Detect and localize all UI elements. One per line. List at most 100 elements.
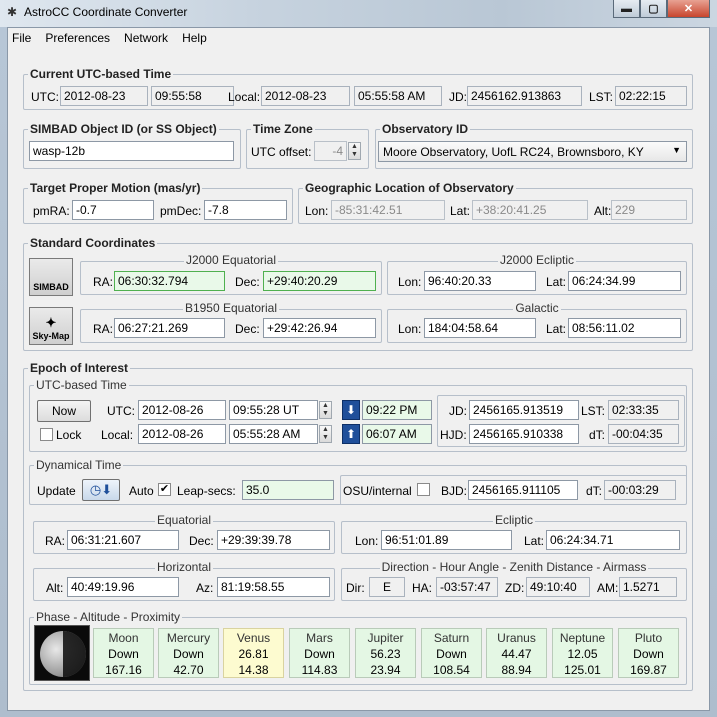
utc-offset-spinner[interactable]: ▲ ▼ (348, 142, 361, 160)
planet-name: Uranus (497, 631, 536, 645)
osu-checkbox[interactable] (417, 483, 430, 496)
geo-lon-field: -85:31:42.51 (331, 200, 445, 220)
sunrise-icon[interactable]: ⬆ (342, 424, 360, 444)
epoch-hjd-input[interactable]: 2456165.910338 (469, 424, 579, 444)
planet-altitude: 56.23 (370, 647, 401, 661)
epoch-eq-title-text: Equatorial (154, 513, 214, 527)
epoch-jd-input[interactable]: 2456165.913519 (469, 400, 579, 420)
am-field: 1.5271 (619, 577, 677, 597)
close-button[interactable]: ✕ (667, 0, 710, 18)
epoch-dec-input[interactable]: +29:39:39.78 (217, 530, 330, 550)
epoch-local-date-input[interactable]: 2012-08-26 (138, 424, 226, 444)
epoch-ec-lat-input[interactable]: 06:24:34.71 (546, 530, 680, 550)
epoch-local-time-input[interactable]: 05:55:28 AM (229, 424, 318, 444)
epoch-local-time-spinner[interactable]: ▲ ▼ (319, 425, 332, 443)
j2000-ec-lon-input[interactable]: 96:40:20.33 (424, 271, 536, 291)
simbad-title: SIMBAD Object ID (or SS Object) (28, 122, 219, 136)
az-input[interactable]: 81:19:58.55 (217, 577, 330, 597)
planet-altitude: 44.47 (501, 647, 532, 661)
b1950-dec-label: Dec: (235, 322, 260, 336)
planet-pluto: Pluto Down 169.87 (618, 628, 679, 678)
sunset-icon[interactable]: ⬇ (342, 400, 360, 420)
utc-label: UTC: (31, 90, 59, 104)
simbad-object-input[interactable]: wasp-12b (29, 141, 234, 161)
dynamical-title: Dynamical Time (34, 458, 124, 472)
galactic-lon-label: Lon: (398, 322, 422, 336)
skymap-logo-text: Sky-Map (32, 331, 70, 341)
j2000-ec-lon-label: Lon: (398, 275, 422, 289)
planet-jupiter: Jupiter 56.23 23.94 (355, 628, 416, 678)
planet-altitude: Down (436, 647, 467, 661)
b1950-ra-input[interactable]: 06:27:21.269 (114, 318, 225, 338)
j2000-eq-title: J2000 Equatorial (80, 253, 382, 267)
galactic-lon-input[interactable]: 184:04:58.64 (424, 318, 536, 338)
galactic-lat-input[interactable]: 08:56:11.02 (568, 318, 681, 338)
j2000-dec-input[interactable]: +29:40:20.29 (263, 271, 376, 291)
planet-altitude: 26.81 (238, 647, 269, 661)
minimize-button[interactable]: ▬ (613, 0, 640, 18)
maximize-button[interactable]: ▢ (640, 0, 667, 18)
utc-offset-field[interactable]: -4 (314, 141, 347, 161)
planet-neptune: Neptune 12.05 125.01 (552, 628, 613, 678)
j2000-ec-title-text: J2000 Ecliptic (497, 253, 577, 267)
alt-input[interactable]: 40:49:19.96 (67, 577, 179, 597)
epoch-ec-lat-label: Lat: (524, 534, 545, 548)
title-bar[interactable]: ✱ AstroCC Coordinate Converter ▬ ▢ ✕ (0, 0, 717, 27)
skymap-logo-button[interactable]: ✦ Sky-Map (29, 307, 73, 345)
horizontal-title-text: Horizontal (154, 560, 214, 574)
epoch-ec-title: Ecliptic (341, 513, 687, 527)
jd-field: 2456162.913863 (467, 86, 582, 106)
j2000-ec-lat-input[interactable]: 06:24:34.99 (568, 271, 681, 291)
epoch-utc-time-input[interactable]: 09:55:28 UT (229, 400, 318, 420)
pmra-input[interactable]: -0.7 (72, 200, 154, 220)
jd-label: JD: (449, 90, 467, 104)
epoch-utc-time-spinner[interactable]: ▲ ▼ (319, 401, 332, 419)
planet-name: Jupiter (367, 631, 404, 645)
menu-network[interactable]: Network (122, 31, 170, 45)
ha-label: HA: (412, 581, 433, 595)
phase-title: Phase - Altitude - Proximity (34, 610, 183, 624)
lock-checkbox[interactable] (40, 428, 53, 441)
menu-help[interactable]: Help (180, 31, 209, 45)
az-label: Az: (196, 581, 214, 595)
planet-altitude: Down (108, 647, 139, 661)
auto-label: Auto (129, 484, 154, 498)
pmdec-input[interactable]: -7.8 (204, 200, 287, 220)
observatory-select[interactable]: Moore Observatory, UofL RC24, Brownsboro… (378, 141, 687, 162)
local-date-field: 2012-08-23 (261, 86, 350, 106)
planet-proximity: 108.54 (433, 663, 470, 677)
planet-proximity: 14.38 (238, 663, 269, 677)
update-clock-button[interactable]: ◷⬇ (82, 479, 120, 501)
auto-checkbox[interactable]: ✔ (158, 483, 171, 496)
bjd-label: BJD: (441, 484, 468, 498)
current-utc-title: Current UTC-based Time (28, 67, 174, 81)
dyn-dt-field: -00:03:29 (604, 480, 676, 500)
planet-name: Saturn (433, 631, 470, 645)
epoch-utc-date-input[interactable]: 2012-08-26 (138, 400, 226, 420)
menu-preferences[interactable]: Preferences (43, 31, 112, 45)
proper-motion-title: Target Proper Motion (mas/yr) (28, 181, 203, 195)
standard-coords-title: Standard Coordinates (28, 236, 158, 250)
planet-venus: Venus 26.81 14.38 (223, 628, 284, 678)
epoch-ra-input[interactable]: 06:31:21.607 (67, 530, 179, 550)
star-icon: ✦ (45, 315, 57, 330)
j2000-ra-input[interactable]: 06:30:32.794 (114, 271, 225, 291)
planet-mercury: Mercury Down 42.70 (158, 628, 219, 678)
menu-file[interactable]: File (10, 31, 33, 45)
bjd-input[interactable]: 2456165.911105 (468, 480, 578, 500)
geo-alt-field: 229 (611, 200, 687, 220)
galactic-lat-label: Lat: (546, 322, 567, 336)
dyn-dt-label: dT: (586, 484, 603, 498)
epoch-ec-lon-input[interactable]: 96:51:01.89 (381, 530, 512, 550)
epoch-dt-field: -00:04:35 (608, 424, 679, 444)
lst-field: 02:22:15 (615, 86, 687, 106)
simbad-logo-button[interactable]: SIMBAD (29, 258, 73, 296)
b1950-dec-input[interactable]: +29:42:26.94 (263, 318, 376, 338)
b1950-title: B1950 Equatorial (80, 301, 382, 315)
am-label: AM: (597, 581, 619, 595)
direction-title-text: Direction - Hour Angle - Zenith Distance… (379, 560, 649, 574)
epoch-utc-title: UTC-based Time (34, 378, 129, 392)
sunrise-field: 06:07 AM (362, 424, 432, 444)
epoch-dec-label: Dec: (189, 534, 214, 548)
now-button[interactable]: Now (37, 400, 91, 422)
